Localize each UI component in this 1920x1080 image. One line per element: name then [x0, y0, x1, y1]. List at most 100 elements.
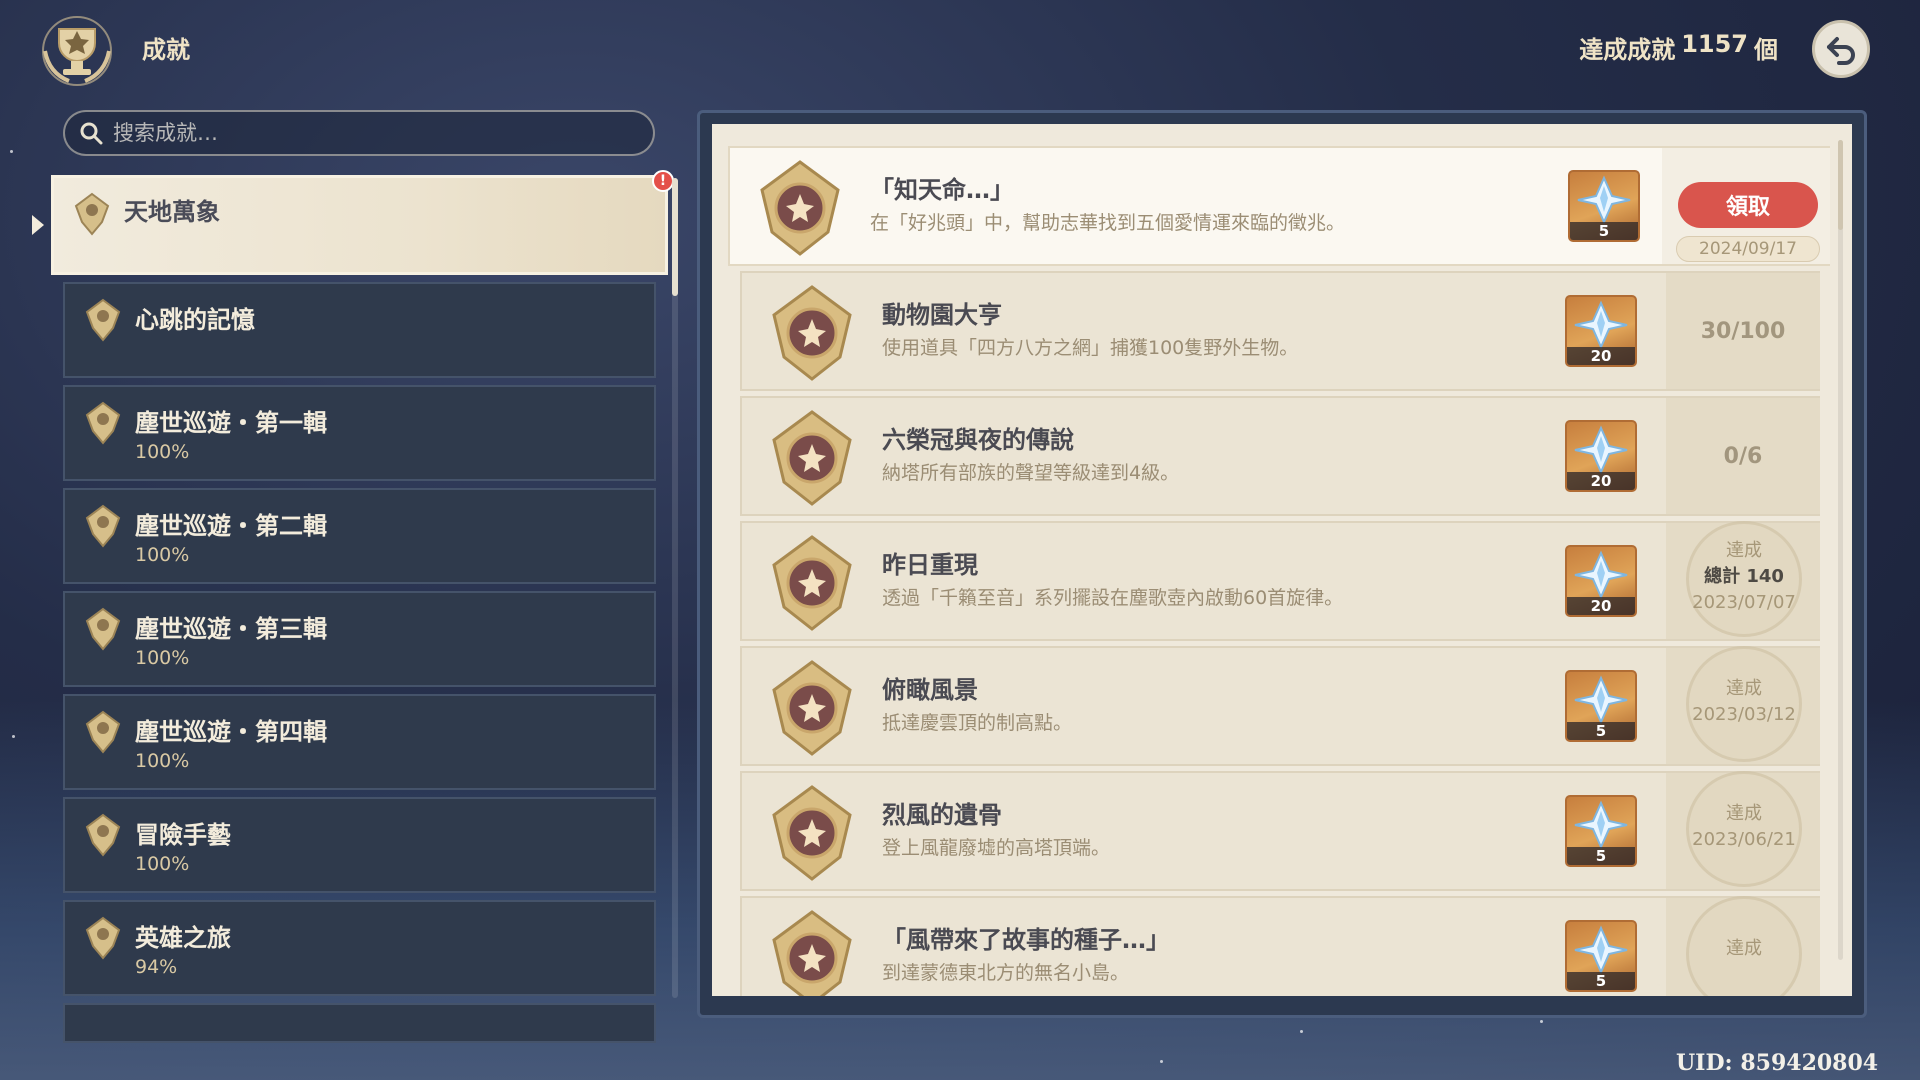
category-name: 塵世巡遊・第二輯: [135, 512, 327, 540]
achievement-row: 昨日重現 透過「千籟至音」系列擺設在塵歌壺內啟動60首旋律。 20 達成 總計 …: [740, 521, 1820, 641]
category-name: 天地萬象: [124, 198, 220, 226]
achievement-description: 到達蒙德東北方的無名小島。: [882, 962, 1130, 984]
category-item[interactable]: 塵世巡遊・第四輯 100%: [63, 694, 656, 790]
achievement-medal-icon: [772, 285, 852, 381]
category-icon: [85, 813, 121, 857]
achievement-scroll-thumb[interactable]: [1838, 140, 1843, 230]
back-button[interactable]: [1812, 20, 1870, 78]
achievement-medal-icon: [772, 910, 852, 996]
primogem-icon: [1574, 425, 1628, 475]
category-percent: 100%: [135, 544, 190, 566]
primogem-icon: [1574, 675, 1628, 725]
search-input[interactable]: [113, 121, 633, 145]
stamp-label: 達成: [1726, 539, 1762, 561]
primogem-icon: [1574, 550, 1628, 600]
reward-item[interactable]: 20: [1565, 295, 1637, 367]
category-percent: 100%: [135, 853, 190, 875]
category-item-partial[interactable]: [63, 1003, 656, 1043]
category-percent: 100%: [135, 750, 190, 772]
achievement-list: 「知天命…」 在「好兆頭」中，幫助志華找到五個愛情運來臨的徵兆。 5 領取 20…: [712, 124, 1852, 996]
reward-item[interactable]: 5: [1568, 170, 1640, 242]
category-item[interactable]: 心跳的記憶: [63, 282, 656, 378]
category-item[interactable]: 塵世巡遊・第二輯 100%: [63, 488, 656, 584]
status-area: 達成 2023/03/12: [1666, 646, 1820, 764]
completion-date: 2023/03/12: [1692, 703, 1796, 725]
reward-count: 5: [1567, 722, 1635, 740]
achievement-title: 昨日重現: [882, 551, 978, 579]
achievement-title: 俯瞰風景: [882, 676, 978, 704]
achievement-count: 達成成就 1157 個: [1579, 30, 1778, 65]
category-percent: 100%: [135, 441, 190, 463]
search-bar[interactable]: [63, 110, 655, 156]
category-item[interactable]: 英雄之旅 94%: [63, 900, 656, 996]
achievement-description: 納塔所有部族的聲望等級達到4級。: [882, 462, 1180, 484]
achievement-medal-icon: [760, 160, 840, 256]
achievement-row: 「風帶來了故事的種子…」 到達蒙德東北方的無名小島。 5 達成: [740, 896, 1820, 996]
achievement-row: 俯瞰風景 抵達慶雲頂的制高點。 5 達成 2023/03/12: [740, 646, 1820, 766]
achievement-medal-icon: [772, 660, 852, 756]
completion-date: 2023/06/21: [1692, 828, 1796, 850]
stamp-total: 總計 140: [1704, 565, 1784, 587]
reward-count: 20: [1567, 347, 1635, 365]
reward-item[interactable]: 5: [1565, 670, 1637, 742]
achievement-description: 登上風龍廢墟的高塔頂端。: [882, 837, 1111, 859]
category-icon: [85, 607, 121, 651]
status-area: 達成 2023/06/21: [1666, 771, 1820, 889]
back-arrow-icon: [1827, 37, 1855, 65]
achievement-medal-icon: [772, 535, 852, 631]
primogem-icon: [1574, 800, 1628, 850]
status-area: 達成 總計 140 2023/07/07: [1666, 521, 1820, 639]
stamp-label: 達成: [1726, 677, 1762, 699]
reward-count: 20: [1567, 472, 1635, 490]
completed-stamp: 達成: [1674, 896, 1814, 996]
category-name: 心跳的記憶: [135, 306, 255, 334]
category-icon: [74, 192, 110, 236]
completion-date: 2023/07/07: [1692, 591, 1796, 613]
category-item[interactable]: 塵世巡遊・第一輯 100%: [63, 385, 656, 481]
count-label: 達成成就: [1579, 36, 1676, 64]
notification-badge: !: [652, 170, 674, 192]
category-scroll-thumb[interactable]: [672, 178, 678, 296]
completion-date: 2024/09/17: [1676, 236, 1820, 262]
status-area: 達成: [1666, 896, 1820, 996]
reward-count: 5: [1570, 222, 1638, 240]
category-percent: 100%: [135, 647, 190, 669]
status-area: 領取 2024/09/17: [1662, 148, 1830, 264]
reward-item[interactable]: 20: [1565, 420, 1637, 492]
category-icon: [85, 298, 121, 342]
completed-stamp: 達成 2023/03/12: [1674, 646, 1814, 762]
category-icon: [85, 916, 121, 960]
reward-count: 5: [1567, 972, 1635, 990]
achievement-description: 抵達慶雲頂的制高點。: [882, 712, 1073, 734]
achievement-title: 烈風的遺骨: [882, 801, 1002, 829]
stamp-label: 達成: [1726, 938, 1762, 959]
status-area: 0/6: [1666, 398, 1820, 514]
category-name: 塵世巡遊・第三輯: [135, 615, 327, 643]
achievement-progress: 30/100: [1700, 318, 1786, 344]
primogem-icon: [1577, 175, 1631, 225]
claim-button[interactable]: 領取: [1678, 182, 1818, 228]
reward-item[interactable]: 5: [1565, 920, 1637, 992]
player-uid: UID: 859420804: [1676, 1050, 1879, 1076]
category-percent: 94%: [135, 956, 178, 978]
status-area: 30/100: [1666, 273, 1820, 389]
achievement-medal-icon: [772, 785, 852, 881]
page-title: 成就: [142, 36, 190, 64]
reward-item[interactable]: 20: [1565, 545, 1637, 617]
category-scrollbar[interactable]: [672, 178, 678, 998]
achievement-row: 「知天命…」 在「好兆頭」中，幫助志華找到五個愛情運來臨的徵兆。 5 領取 20…: [728, 146, 1830, 266]
category-item-selected[interactable]: 天地萬象: [51, 175, 668, 275]
achievement-title: 六榮冠與夜的傳說: [882, 426, 1074, 454]
achievement-description: 使用道具「四方八方之網」捕獲100隻野外生物。: [882, 337, 1299, 359]
achievement-title: 動物園大亨: [882, 301, 1002, 329]
count-unit: 個: [1754, 36, 1778, 64]
category-item[interactable]: 冒險手藝 100%: [63, 797, 656, 893]
category-item[interactable]: 塵世巡遊・第三輯 100%: [63, 591, 656, 687]
achievement-title: 「風帶來了故事的種子…」: [882, 926, 1170, 954]
achievement-scrollbar[interactable]: [1838, 140, 1843, 960]
reward-count: 20: [1567, 597, 1635, 615]
category-icon: [85, 504, 121, 548]
reward-item[interactable]: 5: [1565, 795, 1637, 867]
stamp-label: 達成: [1726, 802, 1762, 824]
count-value: 1157: [1681, 30, 1748, 58]
